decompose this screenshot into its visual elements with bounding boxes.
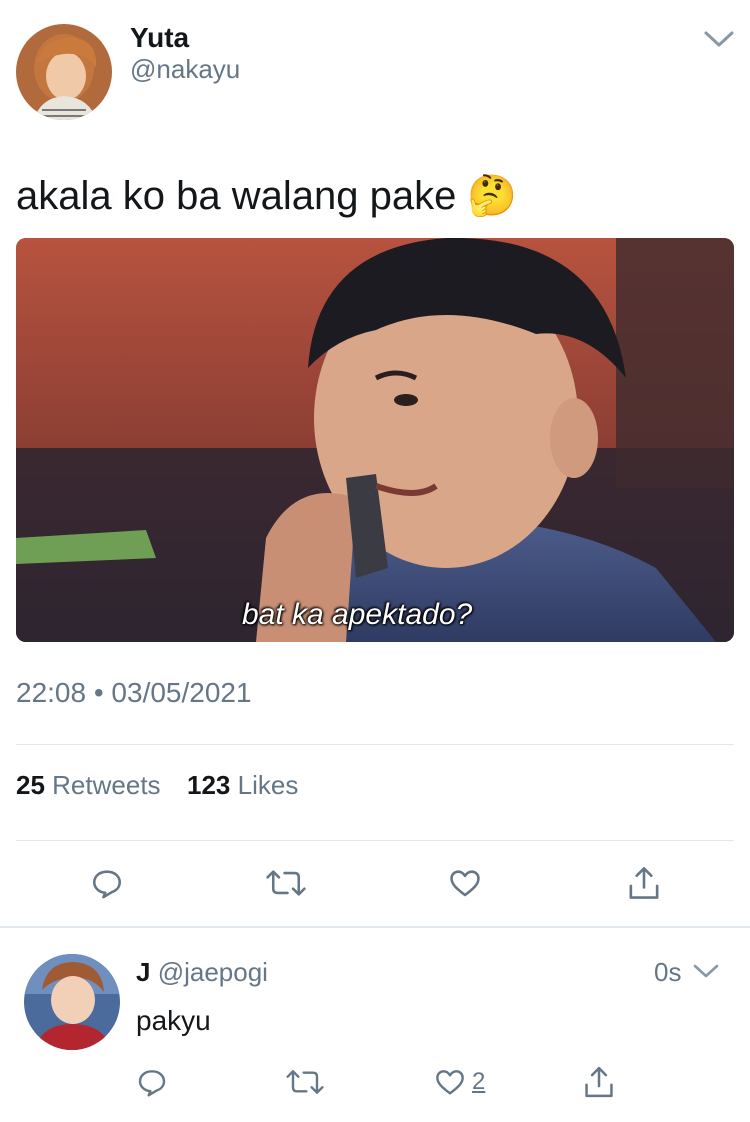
likes-count: 123 xyxy=(187,770,231,800)
retweets-stat[interactable]: 25 Retweets xyxy=(16,770,168,800)
author-name[interactable]: Yuta xyxy=(130,22,189,54)
like-icon[interactable] xyxy=(448,866,482,900)
section-divider xyxy=(0,926,750,928)
retweet-icon[interactable] xyxy=(286,1066,324,1098)
reply-author[interactable]: J @jaepogi xyxy=(136,956,268,988)
retweets-label: Retweets xyxy=(52,770,161,800)
reply-author-handle: @jaepogi xyxy=(157,957,268,987)
share-icon[interactable] xyxy=(626,864,662,902)
reply-time: 0s xyxy=(654,957,682,987)
chevron-down-icon[interactable] xyxy=(692,962,720,980)
retweets-count: 25 xyxy=(16,770,45,800)
author-avatar[interactable] xyxy=(16,24,112,120)
tweet-media[interactable]: bat ka apektado? xyxy=(16,238,734,642)
tweet-text: akala ko ba walang pake 🤔 xyxy=(16,174,518,218)
reply-icon[interactable] xyxy=(90,866,124,900)
reply-like[interactable]: 2 xyxy=(434,1066,485,1098)
tweet-stats: 25 Retweets 123 Likes xyxy=(16,768,298,802)
tweet-timestamp: 22:08 • 03/05/2021 xyxy=(16,677,252,708)
chevron-down-icon[interactable] xyxy=(702,28,736,50)
divider xyxy=(16,840,734,841)
meme-caption: bat ka apektado? xyxy=(242,598,473,631)
likes-stat[interactable]: 123 Likes xyxy=(187,770,298,800)
author-handle[interactable]: @nakayu xyxy=(130,54,240,84)
reply-text: pakyu xyxy=(136,1005,211,1036)
meme-image xyxy=(16,238,734,642)
share-icon[interactable] xyxy=(582,1064,616,1100)
reply-author-name: J xyxy=(136,957,151,987)
reply-author-avatar[interactable] xyxy=(24,954,120,1050)
divider xyxy=(16,744,734,745)
reply-like-count: 2 xyxy=(472,1068,486,1095)
likes-label: Likes xyxy=(237,770,299,800)
like-icon xyxy=(434,1066,466,1098)
retweet-icon[interactable] xyxy=(266,866,306,900)
reply-icon[interactable] xyxy=(136,1066,168,1098)
